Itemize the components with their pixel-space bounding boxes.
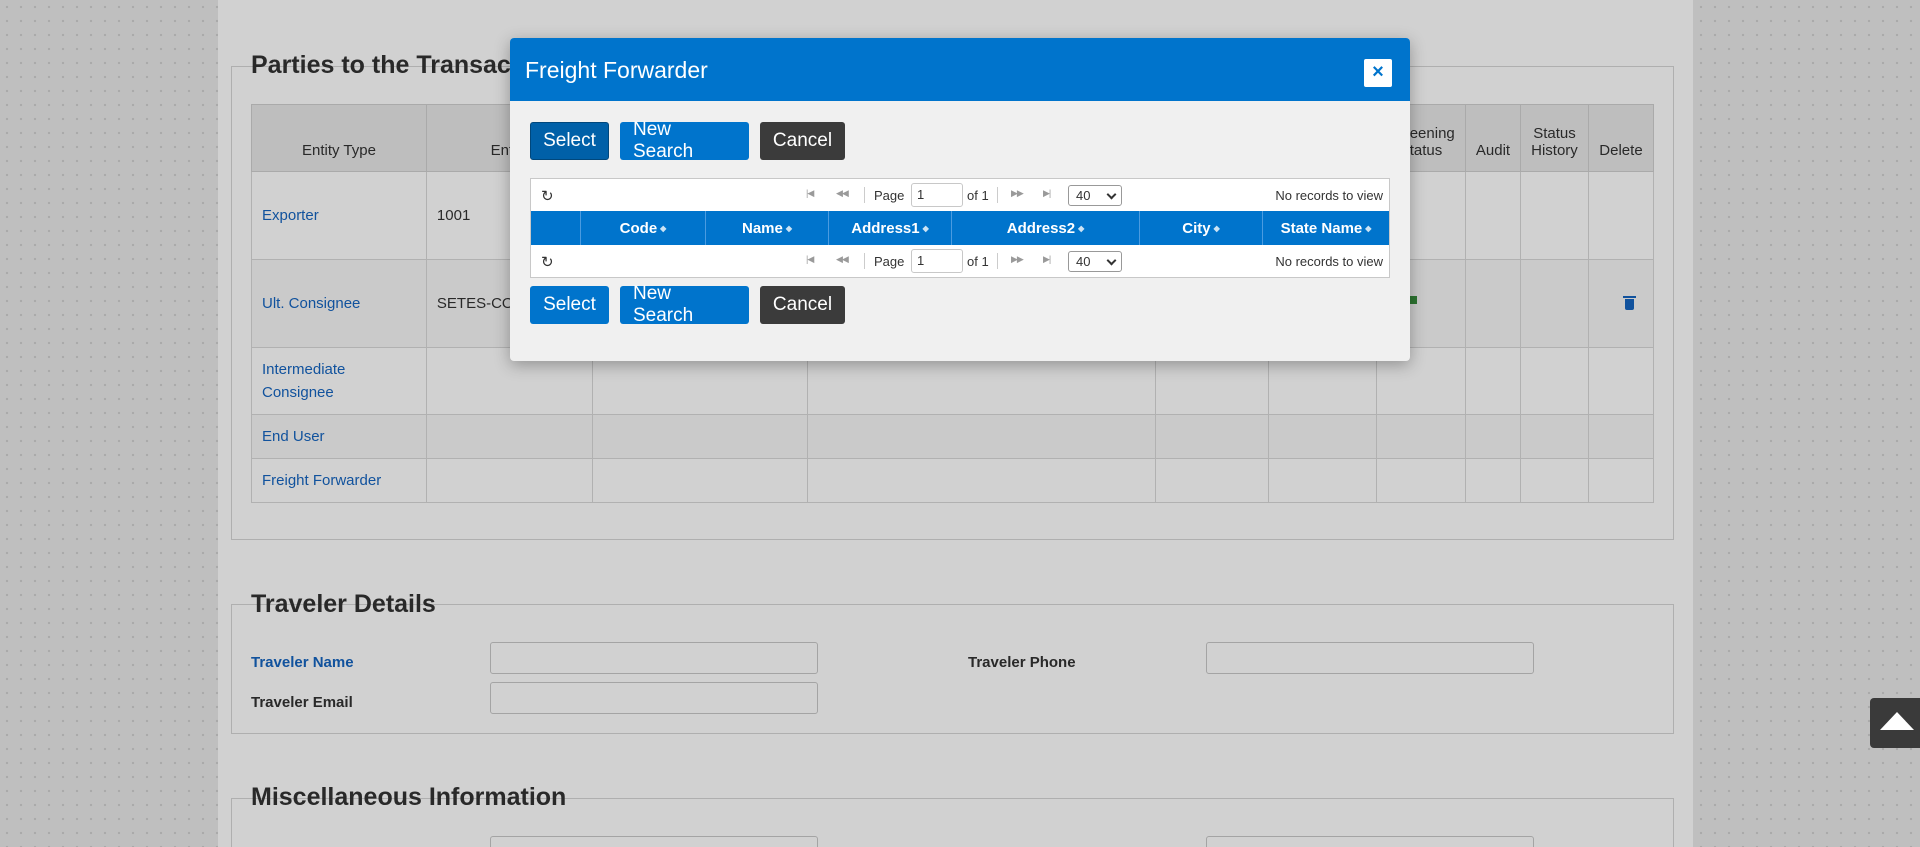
freight-forwarder-dialog: Freight Forwarder × Select New Search Ca… [510,38,1410,361]
new-search-button[interactable]: New Search [620,119,749,162]
page-label: Page [874,254,905,269]
prev-page-icon[interactable]: ◀◀ [836,188,849,199]
next-page-icon[interactable]: ▶▶ [1011,188,1024,199]
arrow-up-icon [1880,712,1914,730]
header-name[interactable]: Name ◆ [706,211,829,245]
page-label: Page [874,188,905,203]
header-code[interactable]: Code ◆ [581,211,706,245]
rows-per-page-select[interactable]: 40 [1068,251,1122,272]
top-pager: ↻ |◀ ◀◀ Page 1 of 1 ▶▶ ▶| 40 No records … [531,179,1389,211]
header-city[interactable]: City ◆ [1140,211,1263,245]
close-icon[interactable]: × [1364,59,1392,87]
sort-icon: ◆ [1213,223,1220,233]
first-page-icon[interactable]: |◀ [806,254,814,265]
page-number-input[interactable]: 1 [911,249,963,273]
page-number-input[interactable]: 1 [911,183,963,207]
sort-icon: ◆ [1078,223,1085,233]
dialog-title: Freight Forwarder [525,57,708,83]
select-button[interactable]: Select [530,286,609,324]
sort-icon: ◆ [785,223,792,233]
sort-icon: ◆ [1365,223,1372,233]
new-search-button[interactable]: New Search [620,283,749,326]
chevron-down-icon [1106,255,1117,266]
sort-icon: ◆ [660,223,667,233]
dialog-header: Freight Forwarder × [510,38,1410,101]
page-count: of 1 [967,254,989,269]
refresh-icon[interactable]: ↻ [541,253,554,271]
bottom-button-row: Select New Search Cancel [530,283,845,326]
header-address2[interactable]: Address2 ◆ [952,211,1140,245]
records-status: No records to view [1275,188,1383,203]
prev-page-icon[interactable]: ◀◀ [836,254,849,265]
records-status: No records to view [1275,254,1383,269]
header-state-name[interactable]: State Name ◆ [1263,211,1389,245]
bottom-pager: ↻ |◀ ◀◀ Page 1 of 1 ▶▶ ▶| 40 No records … [531,245,1389,277]
last-page-icon[interactable]: ▶| [1043,254,1051,265]
rows-per-page-select[interactable]: 40 [1068,185,1122,206]
select-button[interactable]: Select [530,122,609,160]
header-address1[interactable]: Address1 ◆ [829,211,952,245]
header-checkbox [531,211,581,245]
cancel-button[interactable]: Cancel [760,286,845,324]
refresh-icon[interactable]: ↻ [541,187,554,205]
results-grid: ↻ |◀ ◀◀ Page 1 of 1 ▶▶ ▶| 40 No records … [530,178,1390,278]
chevron-down-icon [1106,189,1117,200]
grid-header: Code ◆ Name ◆ Address1 ◆ Address2 ◆ City ◆ St… [531,211,1389,245]
last-page-icon[interactable]: ▶| [1043,188,1051,199]
next-page-icon[interactable]: ▶▶ [1011,254,1024,265]
top-button-row: Select New Search Cancel [530,119,845,162]
first-page-icon[interactable]: |◀ [806,188,814,199]
cancel-button[interactable]: Cancel [760,122,845,160]
page-count: of 1 [967,188,989,203]
scroll-top-button[interactable] [1870,698,1920,748]
sort-icon: ◆ [922,223,929,233]
